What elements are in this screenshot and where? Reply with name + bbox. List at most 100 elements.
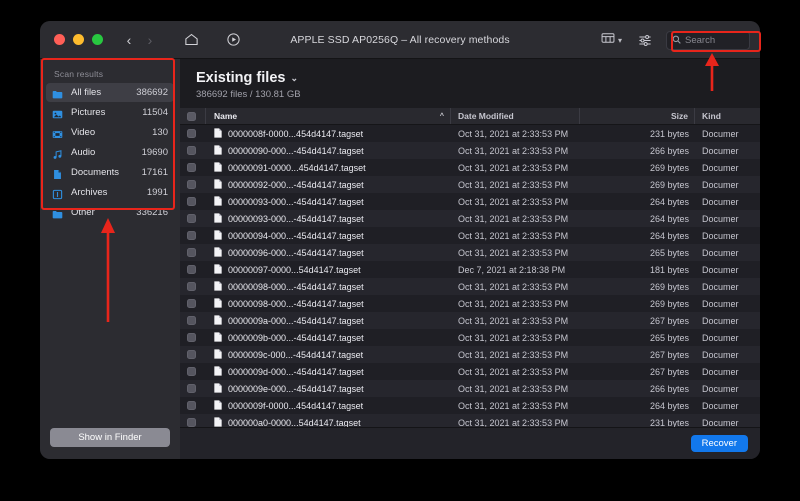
sidebar-item-other[interactable]: Other 336216 <box>46 203 174 222</box>
cell-size: 264 bytes <box>649 196 689 207</box>
row-checkbox[interactable] <box>187 316 196 325</box>
home-icon[interactable] <box>181 30 201 50</box>
show-in-finder-button[interactable]: Show in Finder <box>50 428 170 447</box>
row-select-cell[interactable] <box>180 363 206 380</box>
sidebar-item-archives[interactable]: Archives 1991 <box>46 183 174 202</box>
row-checkbox[interactable] <box>187 282 196 291</box>
table-row[interactable]: 00000092-000...-454d4147.tagset Oct 31, 2… <box>180 176 760 193</box>
row-checkbox[interactable] <box>187 248 196 257</box>
sidebar-item-audio[interactable]: Audio 19690 <box>46 143 174 162</box>
row-select-cell[interactable] <box>180 176 206 193</box>
app-window: ‹ › APPLE SSD AP0256Q – All recovery met… <box>40 21 760 459</box>
table-body: 0000008f-0000...454d4147.tagset Oct 31, 2… <box>180 125 760 431</box>
chevron-down-icon: ⌄ <box>290 72 298 83</box>
row-checkbox[interactable] <box>187 129 196 138</box>
table-row[interactable]: 0000009e-000...-454d4147.tagset Oct 31, 2… <box>180 380 760 397</box>
zoom-button[interactable] <box>92 34 103 45</box>
row-select-cell[interactable] <box>180 380 206 397</box>
table-row[interactable]: 00000094-000...-454d4147.tagset Oct 31, 2… <box>180 227 760 244</box>
table-row[interactable]: 00000091-0000...454d4147.tagset Oct 31, 2… <box>180 159 760 176</box>
file-icon <box>214 178 222 191</box>
table-row[interactable]: 0000008f-0000...454d4147.tagset Oct 31, 2… <box>180 125 760 142</box>
scan-play-icon[interactable] <box>223 30 243 50</box>
table-row[interactable]: 00000097-0000...54d4147.tagset Dec 7, 202… <box>180 261 760 278</box>
cell-size: 264 bytes <box>649 213 689 224</box>
cell-size: 181 bytes <box>649 264 689 275</box>
back-button[interactable]: ‹ <box>120 30 138 50</box>
cell-name: 00000097-0000...54d4147.tagset <box>206 261 451 278</box>
table-row[interactable]: 0000009d-000...-454d4147.tagset Oct 31, 2… <box>180 363 760 380</box>
row-select-cell[interactable] <box>180 261 206 278</box>
column-header-name[interactable]: Name ^ <box>206 108 451 124</box>
row-checkbox[interactable] <box>187 163 196 172</box>
sidebar-item-video[interactable]: Video 130 <box>46 123 174 142</box>
table-row[interactable]: 00000090-000...-454d4147.tagset Oct 31, 2… <box>180 142 760 159</box>
row-checkbox[interactable] <box>187 401 196 410</box>
sidebar-item-pictures[interactable]: Pictures 11504 <box>46 103 174 122</box>
row-checkbox[interactable] <box>187 214 196 223</box>
cell-date-modified: Oct 31, 2021 at 2:33:53 PM <box>458 196 569 207</box>
cell-date-modified: Oct 31, 2021 at 2:33:53 PM <box>458 349 569 360</box>
row-checkbox[interactable] <box>187 384 196 393</box>
table-row[interactable]: 0000009a-000...-454d4147.tagset Oct 31, 2… <box>180 312 760 329</box>
sidebar-item-all-files[interactable]: All files 386692 <box>46 83 174 102</box>
table-row[interactable]: 00000096-000...-454d4147.tagset Oct 31, 2… <box>180 244 760 261</box>
select-all-checkbox[interactable] <box>187 111 196 121</box>
row-checkbox[interactable] <box>187 146 196 155</box>
cell-size: 264 bytes <box>649 230 689 241</box>
column-header-kind[interactable]: Kind <box>695 108 760 124</box>
page-title[interactable]: Existing files ⌄ <box>196 70 760 86</box>
row-select-cell[interactable] <box>180 295 206 312</box>
row-select-cell[interactable] <box>180 346 206 363</box>
filter-sliders-icon[interactable] <box>638 34 652 47</box>
row-select-cell[interactable] <box>180 142 206 159</box>
file-icon <box>214 195 222 208</box>
column-header-date[interactable]: Date Modified <box>451 108 580 124</box>
row-checkbox[interactable] <box>187 367 196 376</box>
file-name: 0000009e-000...-454d4147.tagset <box>228 383 364 394</box>
cell-date-modified: Oct 31, 2021 at 2:33:53 PM <box>458 281 569 292</box>
row-checkbox[interactable] <box>187 333 196 342</box>
row-select-cell[interactable] <box>180 159 206 176</box>
row-select-cell[interactable] <box>180 278 206 295</box>
row-select-cell[interactable] <box>180 227 206 244</box>
row-select-cell[interactable] <box>180 312 206 329</box>
file-name: 0000009d-000...-454d4147.tagset <box>228 366 364 377</box>
row-checkbox[interactable] <box>187 231 196 240</box>
select-all-header[interactable] <box>180 108 206 124</box>
table-row[interactable]: 0000009c-000...-454d4147.tagset Oct 31, 2… <box>180 346 760 363</box>
row-select-cell[interactable] <box>180 210 206 227</box>
table-row[interactable]: 00000098-000...-454d4147.tagset Oct 31, 2… <box>180 295 760 312</box>
view-mode-control[interactable]: ▾ <box>601 31 622 49</box>
row-select-cell[interactable] <box>180 244 206 261</box>
row-checkbox[interactable] <box>187 197 196 206</box>
file-icon <box>214 280 222 293</box>
sidebar-item-documents[interactable]: Documents 17161 <box>46 163 174 182</box>
file-name: 0000008f-0000...454d4147.tagset <box>228 128 364 139</box>
folder-icon <box>52 87 63 99</box>
row-select-cell[interactable] <box>180 193 206 210</box>
row-checkbox[interactable] <box>187 350 196 359</box>
table-row[interactable]: 00000098-000...-454d4147.tagset Oct 31, 2… <box>180 278 760 295</box>
table-row[interactable]: 00000093-000...-454d4147.tagset Oct 31, 2… <box>180 210 760 227</box>
cell-kind: Documer <box>702 230 739 241</box>
table-row[interactable]: 0000009b-000...-454d4147.tagset Oct 31, 2… <box>180 329 760 346</box>
row-checkbox[interactable] <box>187 180 196 189</box>
close-button[interactable] <box>54 34 65 45</box>
table-row[interactable]: 0000009f-0000...454d4147.tagset Oct 31, 2… <box>180 397 760 414</box>
row-select-cell[interactable] <box>180 329 206 346</box>
row-select-cell[interactable] <box>180 125 206 142</box>
row-checkbox[interactable] <box>187 299 196 308</box>
cell-kind: Documer <box>702 366 739 377</box>
search-input[interactable]: Search <box>666 30 750 50</box>
column-header-size[interactable]: Size <box>580 108 695 124</box>
forward-button[interactable]: › <box>141 30 159 50</box>
table-row[interactable]: 00000093-000...-454d4147.tagset Oct 31, 2… <box>180 193 760 210</box>
file-icon <box>214 127 222 140</box>
row-select-cell[interactable] <box>180 397 206 414</box>
row-checkbox[interactable] <box>187 418 196 427</box>
recover-button[interactable]: Recover <box>690 435 748 452</box>
row-checkbox[interactable] <box>187 265 196 274</box>
minimize-button[interactable] <box>73 34 84 45</box>
file-icon <box>214 348 222 361</box>
